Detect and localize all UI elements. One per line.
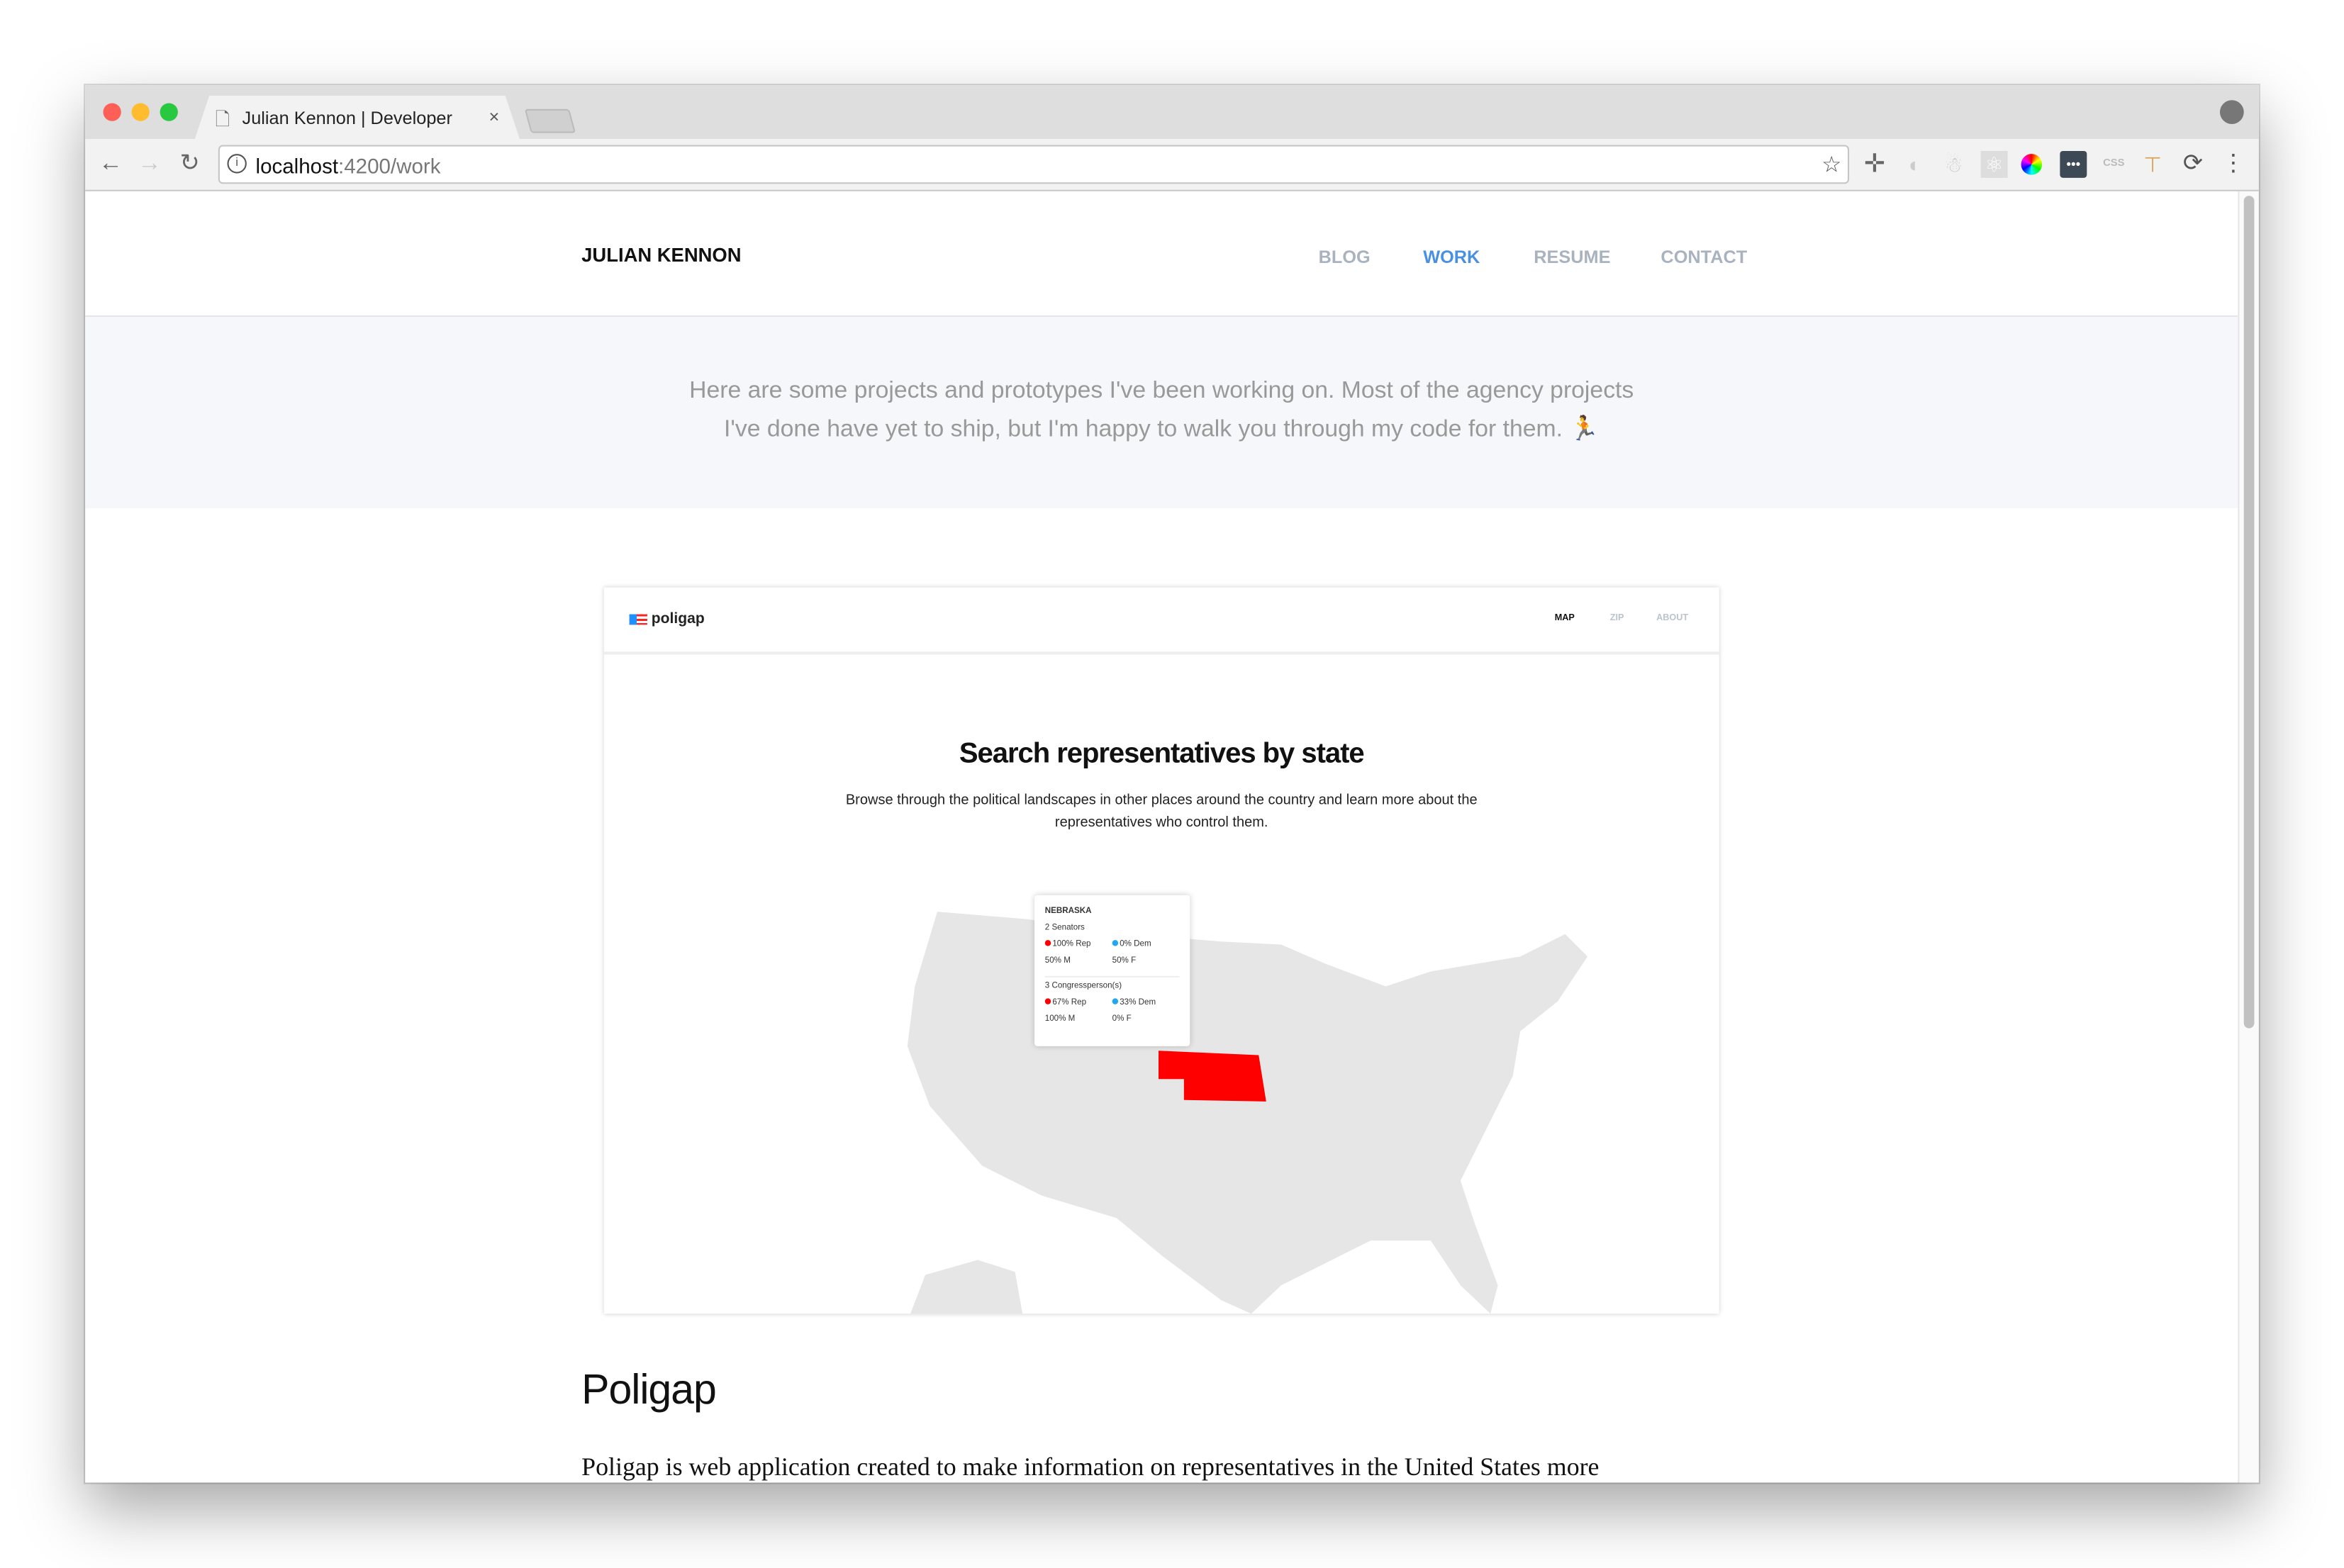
intro-text-line1: Here are some projects and prototypes I'… [689,378,1634,404]
json-viewer-icon[interactable]: ◐ [1902,151,1929,178]
tooltip-congress: 3 Congressperson(s) [1044,982,1122,991]
project-description: Poligap is web application created to ma… [581,1452,1600,1482]
move-cross-icon[interactable]: ✛ [1861,150,1888,178]
url-path: :4200/work [338,154,441,178]
runner-emoji-icon: 🏃 [1569,417,1600,443]
url-host: localhost [255,154,339,178]
intro-banner: Here are some projects and prototypes I'… [85,316,2238,508]
react-devtools-icon[interactable]: ⚛ [1980,150,2008,178]
project-preview-image[interactable]: poligap MAP ZIP ABOUT Search representat… [603,587,1719,1314]
bookmark-star-icon[interactable]: ☆ [1821,151,1841,178]
browser-tab[interactable]: 🗋 Julian Kennon | Developer × [194,96,520,140]
title-bar: 🗋 Julian Kennon | Developer × [85,85,2259,139]
color-picker-icon[interactable] [2021,154,2043,175]
tooltip-state: NEBRASKA [1044,907,1092,917]
ember-inspector-icon[interactable]: ☃ [1941,151,1968,178]
css-viewer-icon[interactable]: CSS [2100,151,2127,178]
new-tab-button[interactable] [524,108,576,133]
nav-contact[interactable]: CONTACT [1661,247,1747,268]
page-content: JULIAN KENNON BLOG WORK RESUME CONTACT H… [85,191,2238,1483]
site-brand[interactable]: JULIAN KENNON [581,244,741,267]
tooltip-sen-male: 50% M [1044,956,1071,966]
scrollbar[interactable] [2238,191,2259,1483]
browser-window: 🗋 Julian Kennon | Developer × ← → ↻ i lo… [85,85,2259,1483]
project-title: Poligap [581,1366,717,1413]
site-header: JULIAN KENNON BLOG WORK RESUME CONTACT [85,191,2238,317]
close-window-button[interactable] [103,103,121,121]
scrollbar-thumb[interactable] [2243,196,2255,1029]
alaska-shape [910,1260,1023,1314]
profile-icon[interactable] [2219,100,2244,124]
tooltip-sen-female: 50% F [1112,956,1137,966]
tooltip-con-female: 0% F [1112,1014,1132,1024]
nav-blog[interactable]: BLOG [1319,247,1371,268]
tooltip-con-male: 100% M [1044,1014,1076,1024]
page-icon: 🗋 [215,108,230,130]
nav-work[interactable]: WORK [1423,247,1480,268]
browser-toolbar: ← → ↻ i localhost:4200/work ☆ ✛ ◐ ☃ ⚛ ••… [85,139,2259,191]
tooltip-senators: 2 Senators [1044,923,1085,933]
lastpass-icon[interactable]: ••• [2060,150,2087,178]
forward-icon[interactable]: → [136,151,163,178]
address-bar[interactable]: i localhost:4200/work ☆ [218,145,1850,184]
tab-close-button[interactable]: × [489,106,499,128]
back-icon[interactable]: ← [97,151,124,178]
nav-resume[interactable]: RESUME [1534,247,1610,268]
ruler-icon[interactable]: ⊤ [2139,151,2166,178]
intro-text-line2: I've done have yet to ship, but I'm happ… [724,417,1563,443]
maximize-window-button[interactable] [160,103,178,121]
more-menu-icon[interactable]: ⋮ [2220,151,2247,178]
us-mainland-shape [907,912,1588,1314]
reload-icon[interactable]: ↻ [177,151,203,178]
state-tooltip: NEBRASKA 2 Senators 100% Rep 0% Dem 50% M… [1034,895,1190,1046]
info-icon[interactable]: i [227,154,247,174]
minimize-window-button[interactable] [131,103,150,121]
tab-title: Julian Kennon | Developer [242,107,452,129]
reload-extension-icon[interactable]: ⟳ [2180,151,2206,178]
